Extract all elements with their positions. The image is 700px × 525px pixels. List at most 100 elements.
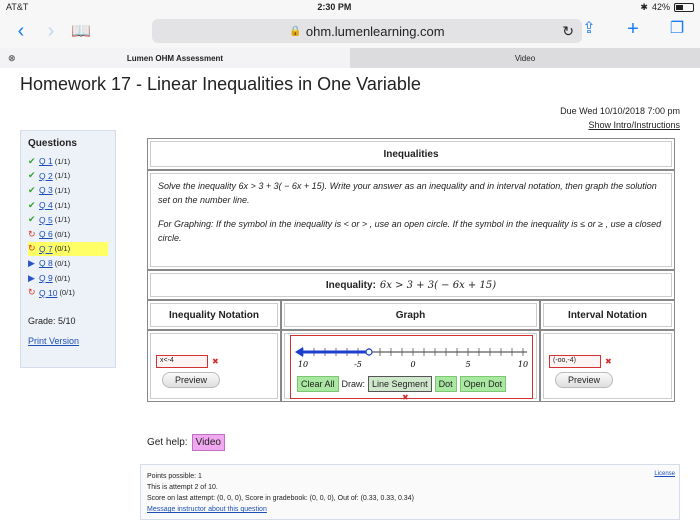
inequality-expression: 6x > 3 + 3( − 6x + 15) [379,279,497,291]
question-link[interactable]: Q 3 [39,185,53,195]
question-link[interactable]: Q 1 [39,156,53,166]
question-link[interactable]: Q 10 [39,288,57,298]
draw-label: Draw: [341,379,366,389]
axis-tick-label: 5 [465,360,470,369]
question-score: (0/1) [54,229,71,239]
battery-percent: 42% [651,2,670,12]
tabs-icon[interactable]: ❐ [662,18,692,41]
column-header-graph: Graph [281,300,540,330]
question-item[interactable]: ↻ Q 7 (0/1) [28,241,108,257]
video-help-button[interactable]: Video [191,434,225,451]
tab-label: Video [514,53,536,63]
sidebar-heading: Questions [28,138,77,149]
address-bar[interactable]: 🔒 ohm.lumenlearning.com ↻ [152,19,582,43]
retry-icon: ↻ [28,287,36,298]
lock-icon: 🔒 [289,25,302,37]
question-link[interactable]: Q 4 [39,200,53,210]
grade-label: Grade: 5/10 [28,315,76,326]
incorrect-icon: ✖ [212,357,219,366]
question-link[interactable]: Q 9 [39,273,53,283]
question-item[interactable]: ✔ Q 4 (1/1) [28,198,108,213]
license-link[interactable]: License [654,469,675,480]
draw-line-segment-button[interactable]: Line Segment [368,376,432,392]
question-score: (1/1) [54,156,71,166]
help-label: Get help: [147,437,188,448]
points-possible: Points possible: 1 [147,473,202,480]
retry-icon: ↻ [28,228,36,239]
inequality-answer-input[interactable]: x<-4 [156,355,208,368]
close-tab-icon[interactable]: ⊗ [8,53,16,64]
question-item[interactable]: ✔ Q 5 (1/1) [28,212,108,227]
open-dot-marker [365,348,373,356]
question-link[interactable]: Q 2 [39,171,53,181]
question-link[interactable]: Q 6 [39,229,53,239]
question-score: (1/1) [54,171,71,181]
tab-assessment[interactable]: ⊗ Lumen OHM Assessment [0,48,350,68]
question-score: (0/1) [54,244,71,254]
back-icon[interactable]: ‹ [6,20,36,43]
url-text: ohm.lumenlearning.com [305,23,445,39]
show-intro-link[interactable]: Show Intro/Instructions [588,120,680,130]
due-date: Due Wed 10/10/2018 7:00 pm [560,106,680,116]
battery-indicator: ✱ 42% [640,2,694,13]
battery-icon [673,2,694,12]
incorrect-icon: ✖ [605,357,612,366]
question-heading: Inequalities [147,138,675,170]
play-icon: ▶ [28,257,35,268]
question-link[interactable]: Q 8 [39,258,53,268]
number-line-graph[interactable]: 10 -5 0 5 10 Clear All Draw: Line Segment Do… [290,335,533,399]
play-icon: ▶ [28,272,35,283]
instruction-text: Solve the inequality 6x > 3 + 3( − 6x + … [158,181,657,205]
draw-dot-button[interactable]: Dot [434,376,457,392]
solution-arrow [295,347,303,357]
forward-icon[interactable]: › [36,20,66,43]
question-footer: Points possible: 1 This is attempt 2 of … [140,464,680,520]
question-sidebar: Questions ✔ Q 1 (1/1) ✔ Q 2 (1/1) ✔ Q 3 (1/1) ✔ Q … [20,130,116,368]
question-score: (1/1) [54,200,71,210]
print-version-link[interactable]: Print Version [28,336,108,346]
bookmarks-icon[interactable]: 📖 [66,21,96,41]
number-line[interactable]: 10 -5 0 5 10 [293,338,531,372]
message-instructor-link[interactable]: Message instructor about this question [147,506,267,513]
question-item[interactable]: ▶ Q 9 (0/1) [28,271,108,286]
status-bar: AT&T 2:30 PM ✱ 42% [0,0,700,14]
axis-tick-label: -5 [354,360,362,369]
browser-toolbar: ‹ › 📖 🔒 ohm.lumenlearning.com ↻ ⇪ + ❐ [0,14,700,48]
due-date-block: Due Wed 10/10/2018 7:00 pm Show Intro/In… [560,104,680,132]
clear-all-button[interactable]: Clear All [297,376,339,392]
interval-answer-input[interactable]: (-oo,-4) [549,355,601,368]
new-tab-icon[interactable]: + [618,18,648,41]
question-score: (0/1) [54,258,71,268]
question-item[interactable]: ✔ Q 3 (1/1) [28,183,108,198]
check-icon: ✔ [28,155,36,166]
retry-icon: ↻ [28,243,36,254]
question-link[interactable]: Q 7 [39,244,53,254]
help-row: Get help: Video [147,434,225,451]
check-icon: ✔ [28,214,36,225]
inequality-answer-cell: x<-4 ✖ Preview [147,330,281,402]
tab-video[interactable]: Video [350,48,700,68]
preview-button[interactable]: Preview [162,372,220,388]
score-info: Score on last attempt: (0, 0, 0), Score … [147,495,414,502]
bluetooth-icon: ✱ [640,1,648,12]
preview-button[interactable]: Preview [555,372,613,388]
draw-open-dot-button[interactable]: Open Dot [459,376,507,392]
interval-answer-cell: (-oo,-4) ✖ Preview [540,330,675,402]
question-item[interactable]: ↻ Q 10 (0/1) [28,285,108,300]
question-item[interactable]: ✔ Q 2 (1/1) [28,169,108,184]
question-score: (0/1) [54,273,71,283]
check-icon: ✔ [28,170,36,181]
share-icon[interactable]: ⇪ [574,18,604,41]
question-link[interactable]: Q 5 [39,215,53,225]
reload-icon[interactable]: ↻ [562,23,574,40]
question-item[interactable]: ↻ Q 6 (0/1) [28,227,108,242]
question-score: (1/1) [54,215,71,225]
inequality-row: Inequality: 6x > 3 + 3( − 6x + 15) [147,270,675,300]
axis-tick-label: 10 [298,360,308,369]
clock: 2:30 PM [317,2,352,12]
question-item[interactable]: ✔ Q 1 (1/1) [28,154,108,169]
check-icon: ✔ [28,199,36,210]
graphing-note: For Graphing: If the symbol in the inequ… [158,219,662,243]
inequality-label: Inequality: [325,279,376,291]
question-item[interactable]: ▶ Q 8 (0/1) [28,256,108,271]
